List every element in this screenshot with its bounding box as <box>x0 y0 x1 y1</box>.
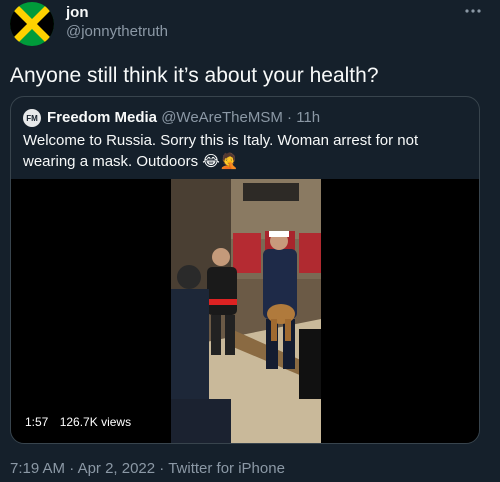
quoted-tweet[interactable]: FM Freedom Media @WeAreTheMSM · 11h Welc… <box>10 96 480 444</box>
video-duration: 1:57 <box>25 415 49 429</box>
author-name[interactable]: jon <box>66 4 89 21</box>
tweet-meta: 7:19 AM · Apr 2, 2022 · Twitter for iPho… <box>10 460 285 477</box>
more-options-icon[interactable] <box>464 2 482 25</box>
tweet-text: Anyone still think it’s about your healt… <box>10 64 379 87</box>
quoted-author-handle[interactable]: @WeAreTheMSM <box>161 109 283 126</box>
jamaica-flag-icon <box>10 2 54 46</box>
quoted-separator: · <box>287 109 293 126</box>
quoted-author-name[interactable]: Freedom Media <box>47 109 157 126</box>
tweet-time[interactable]: 7:19 AM <box>10 460 65 477</box>
footer-separator-1: · <box>69 460 75 477</box>
video-player[interactable]: 1:57 126.7K views <box>11 179 479 443</box>
tweet-source[interactable]: Twitter for iPhone <box>168 460 285 477</box>
quoted-text: Welcome to Russia. Sorry this is Italy. … <box>23 131 471 172</box>
quoted-emoji: 😂🤦 <box>202 152 239 170</box>
author-avatar[interactable] <box>10 2 54 46</box>
quoted-avatar[interactable]: FM <box>23 109 41 127</box>
footer-separator-2: · <box>159 460 165 477</box>
video-thumbnail <box>171 179 321 443</box>
tweet-date[interactable]: Apr 2, 2022 <box>78 460 156 477</box>
quoted-header: Freedom Media @WeAreTheMSM · 11h <box>47 109 320 126</box>
quoted-time[interactable]: 11h <box>296 109 320 126</box>
author-handle[interactable]: @jonnythetruth <box>66 23 168 40</box>
video-views: 126.7K views <box>59 415 132 429</box>
video-stats: 1:57 126.7K views <box>21 413 144 431</box>
